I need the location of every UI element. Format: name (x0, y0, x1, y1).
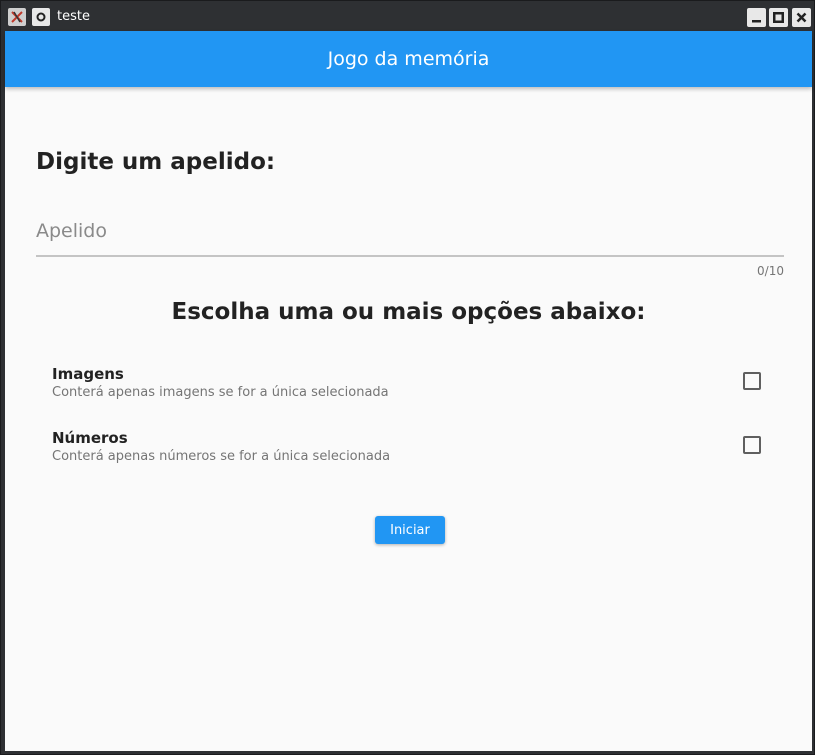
option-title: Números (52, 429, 128, 447)
app-bar: Jogo da memória (5, 31, 812, 87)
minimize-icon[interactable] (747, 8, 766, 27)
app-window: teste Jogo da memória Digite um apelido:… (0, 0, 815, 755)
option-subtitle: Conterá apenas números se for a única se… (52, 449, 391, 464)
nickname-field[interactable] (36, 211, 784, 257)
option-numbers[interactable]: Números Conterá apenas números se for a … (36, 421, 784, 469)
app-content: Jogo da memória Digite um apelido: 0/10 … (5, 31, 812, 751)
window-titlebar[interactable]: teste (1, 1, 814, 31)
nickname-input[interactable] (36, 211, 784, 251)
window-menu-icon[interactable] (32, 8, 50, 26)
numbers-checkbox[interactable] (743, 436, 761, 454)
option-subtitle: Conterá apenas imagens se for a única se… (52, 385, 389, 400)
option-images[interactable]: Imagens Conterá apenas imagens se for a … (36, 357, 784, 405)
maximize-icon[interactable] (769, 8, 788, 27)
option-title: Imagens (52, 365, 124, 383)
app-bar-title: Jogo da memória (327, 48, 490, 70)
character-counter: 0/10 (757, 264, 784, 278)
start-button[interactable]: Iniciar (375, 516, 445, 544)
close-icon[interactable] (792, 8, 811, 27)
options-heading: Escolha uma ou mais opções abaixo: (171, 299, 646, 325)
nickname-heading: Digite um apelido: (36, 149, 276, 175)
images-checkbox[interactable] (743, 372, 761, 390)
x-app-icon[interactable] (8, 8, 26, 26)
window-title: teste (57, 9, 90, 24)
